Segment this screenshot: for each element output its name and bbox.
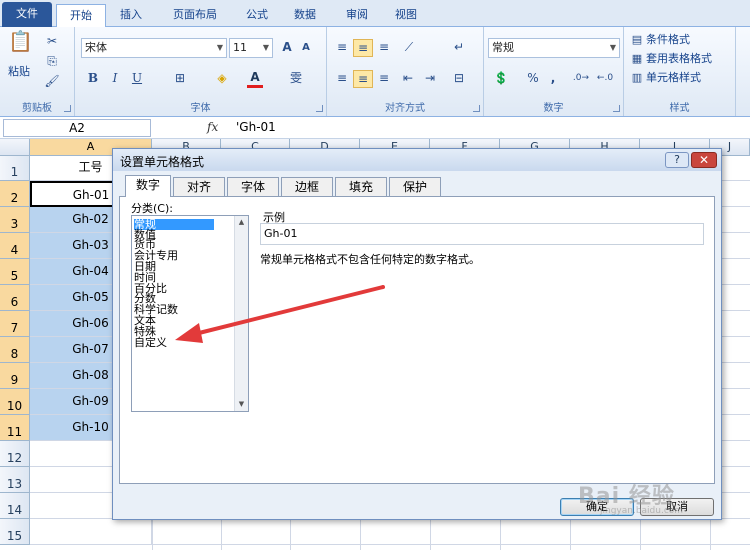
arrow-head (175, 323, 203, 343)
merge-center-icon[interactable]: ⊟ (449, 70, 469, 86)
arrow-shaft (189, 285, 385, 337)
styles-group: ▤ 条件格式 ▦ 套用表格格式 ▥ 单元格样式 样式 (624, 27, 736, 116)
tab-insert[interactable]: 插入 (110, 4, 152, 27)
grow-font-button[interactable]: A (279, 39, 295, 55)
tab-formulas[interactable]: 公式 (236, 4, 278, 27)
clipboard-group: 📋 粘贴 ✂ ⎘ 🖌 剪贴板 (0, 27, 75, 116)
font-size-combo[interactable]: 11 ▼ (229, 38, 273, 58)
row-header-8[interactable]: 8 (0, 337, 30, 363)
wrap-text-icon[interactable]: ↵ (449, 39, 469, 55)
row-header-5[interactable]: 5 (0, 259, 30, 285)
cell-styles-button[interactable]: 单元格样式 (646, 71, 701, 85)
font-size-value: 11 (233, 41, 247, 54)
phonetic-button[interactable]: 雯 (287, 70, 305, 86)
decrease-indent-icon[interactable]: ⇤ (399, 70, 417, 86)
format-cells-dialog: 设置单元格格式 ? ✕ 数字 对齐 字体 边框 填充 保护 分类(C): 常规数… (112, 148, 722, 520)
row-header-10[interactable]: 10 (0, 389, 30, 415)
clipboard-group-label: 剪贴板 (22, 103, 52, 114)
tab-file[interactable]: 文件 (2, 2, 52, 27)
number-group-label: 数字 (543, 103, 564, 114)
font-name-combo[interactable]: 宋体 ▼ (81, 38, 227, 58)
chevron-down-icon: ▼ (262, 43, 269, 52)
font-color-button[interactable]: A (247, 69, 263, 88)
chevron-down-icon: ▼ (216, 43, 223, 52)
increase-decimal-icon[interactable]: .0→ (570, 70, 592, 86)
alignment-group-label: 对齐方式 (385, 103, 425, 114)
percent-button[interactable]: % (526, 70, 540, 86)
row-header-6[interactable]: 6 (0, 285, 30, 311)
ribbon-tab-bar: 文件 开始 插入 页面布局 公式 数据 审阅 视图 (0, 0, 750, 27)
tab-data[interactable]: 数据 (284, 4, 326, 27)
align-center-icon[interactable]: ≡ (353, 70, 373, 88)
font-launcher-icon[interactable] (316, 105, 323, 112)
row-header-7[interactable]: 7 (0, 311, 30, 337)
conditional-formatting-icon: ▤ (631, 33, 643, 46)
row-header-12[interactable]: 12 (0, 441, 30, 467)
number-format-value: 常规 (492, 41, 514, 54)
tab-home[interactable]: 开始 (56, 4, 106, 27)
alignment-group: ≡ ≡ ≡ ⟋ ↵ ≡ ≡ ≡ ⇤ ⇥ ⊟ 对齐方式 (327, 27, 484, 116)
row-header-9[interactable]: 9 (0, 363, 30, 389)
row-header-3[interactable]: 3 (0, 207, 30, 233)
tab-number[interactable]: 数字 (125, 175, 171, 197)
alignment-launcher-icon[interactable] (473, 105, 480, 112)
format-as-table-button[interactable]: 套用表格格式 (646, 52, 712, 66)
paste-button[interactable]: 粘贴 (8, 65, 30, 79)
format-painter-icon[interactable]: 🖌 (44, 73, 60, 89)
conditional-formatting-button[interactable]: 条件格式 (646, 33, 690, 47)
cell-a15[interactable] (30, 519, 152, 545)
insert-function-button[interactable]: fx (207, 120, 218, 134)
name-box[interactable]: A2 (3, 119, 151, 137)
row-header-13[interactable]: 13 (0, 467, 30, 493)
shrink-font-button[interactable]: A (299, 40, 313, 56)
formula-bar: A2 fx 'Gh-01 (0, 117, 750, 139)
align-middle-icon[interactable]: ≡ (353, 39, 373, 57)
align-bottom-icon[interactable]: ≡ (375, 39, 393, 55)
number-format-combo[interactable]: 常规 ▼ (488, 38, 620, 58)
tab-page-layout[interactable]: 页面布局 (160, 4, 230, 27)
row-header-4[interactable]: 4 (0, 233, 30, 259)
clipboard-launcher-icon[interactable] (64, 105, 71, 112)
italic-button[interactable]: I (107, 70, 123, 86)
row-header-14[interactable]: 14 (0, 493, 30, 519)
align-top-icon[interactable]: ≡ (333, 39, 351, 55)
grid-hline (152, 544, 750, 545)
row-header-11[interactable]: 11 (0, 415, 30, 441)
cell-styles-icon: ▥ (631, 71, 643, 84)
comma-button[interactable]: , (546, 70, 560, 86)
tab-view[interactable]: 视图 (385, 4, 427, 27)
decrease-decimal-icon[interactable]: ←.0 (594, 70, 616, 86)
tab-review[interactable]: 审阅 (336, 4, 378, 27)
font-group-label: 字体 (190, 103, 211, 114)
align-left-icon[interactable]: ≡ (333, 70, 351, 86)
orientation-icon[interactable]: ⟋ (399, 39, 419, 55)
copy-icon[interactable]: ⎘ (44, 53, 60, 69)
formula-input[interactable]: 'Gh-01 (236, 120, 276, 134)
row-header-1[interactable]: 1 (0, 156, 30, 181)
row-header-2[interactable]: 2 (0, 181, 30, 207)
underline-button[interactable]: U (129, 70, 145, 86)
number-launcher-icon[interactable] (613, 105, 620, 112)
bold-button[interactable]: B (85, 70, 101, 86)
align-right-icon[interactable]: ≡ (375, 70, 393, 86)
font-group: 宋体 ▼ 11 ▼ A A B I U ⊞ ◈ A 雯 字体 (75, 27, 327, 116)
increase-indent-icon[interactable]: ⇥ (421, 70, 439, 86)
watermark-url: jingyan.baidu.com (600, 506, 684, 516)
font-name-value: 宋体 (85, 41, 107, 54)
row-header-15[interactable]: 15 (0, 519, 30, 545)
number-group: 常规 ▼ 💲 % , .0→ ←.0 数字 (484, 27, 624, 116)
fill-color-icon[interactable]: ◈ (213, 70, 231, 86)
chevron-down-icon: ▼ (609, 43, 616, 52)
borders-icon[interactable]: ⊞ (171, 70, 189, 86)
ribbon: 📋 粘贴 ✂ ⎘ 🖌 剪贴板 宋体 ▼ 11 ▼ A A B I U ⊞ ◈ A 雯… (0, 27, 750, 117)
paste-icon[interactable]: 📋 (8, 31, 33, 61)
currency-icon[interactable]: 💲 (492, 70, 510, 86)
red-arrow-annotation (175, 285, 385, 343)
select-all-corner[interactable] (0, 139, 30, 156)
cut-icon[interactable]: ✂ (44, 33, 60, 49)
styles-group-label: 样式 (669, 103, 690, 114)
format-as-table-icon: ▦ (631, 52, 643, 65)
